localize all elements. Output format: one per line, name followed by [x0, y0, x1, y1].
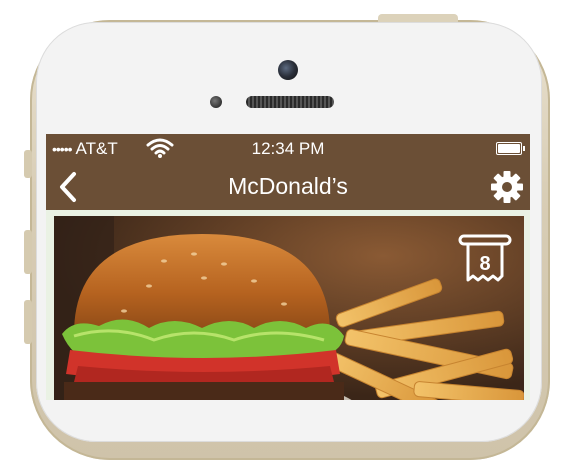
app-screen: ••••• AT&T 12:34 PM McDonald’s 8: [46, 134, 530, 400]
gear-icon[interactable]: [490, 170, 524, 204]
mute-switch: [24, 150, 32, 178]
burger-photo[interactable]: 8: [54, 216, 524, 400]
status-bar: ••••• AT&T 12:34 PM: [46, 134, 530, 164]
page-title: McDonald’s: [228, 173, 348, 199]
volume-down-button: [24, 300, 32, 344]
volume-up-button: [24, 230, 32, 274]
power-button: [378, 14, 458, 22]
burger-illustration: [54, 216, 524, 400]
battery-icon: [496, 142, 525, 155]
front-camera: [278, 60, 298, 80]
battery-level: [498, 144, 520, 153]
proximity-sensor: [210, 96, 222, 108]
receipt-count: 8: [479, 253, 490, 275]
content-area: 8: [46, 210, 530, 400]
nav-bar: McDonald’s: [46, 164, 530, 210]
earpiece-speaker: [246, 96, 334, 108]
status-time: 12:34 PM: [251, 139, 325, 158]
receipt-icon[interactable]: 8: [458, 230, 512, 288]
